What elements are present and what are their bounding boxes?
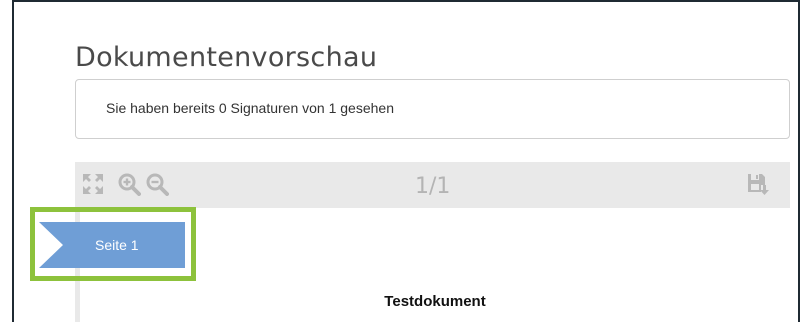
fullscreen-icon[interactable]: [81, 172, 105, 196]
page-marker-label: Seite 1: [95, 237, 139, 253]
save-download-icon[interactable]: [746, 172, 770, 196]
page-counter: 1/1: [415, 174, 451, 199]
signature-info-box: Sie haben bereits 0 Signaturen von 1 ges…: [75, 79, 790, 139]
document-title: Testdokument: [384, 293, 486, 310]
page-marker-highlight: Seite 1: [30, 207, 196, 281]
signature-info-text: Sie haben bereits 0 Signaturen von 1 ges…: [106, 100, 394, 116]
zoom-out-icon[interactable]: [145, 172, 169, 196]
page-marker-seite-1[interactable]: Seite 1: [39, 222, 185, 268]
page-title: Dokumentenvorschau: [75, 42, 378, 74]
viewer-toolbar: 1/1: [75, 162, 790, 208]
zoom-in-icon[interactable]: [117, 172, 141, 196]
